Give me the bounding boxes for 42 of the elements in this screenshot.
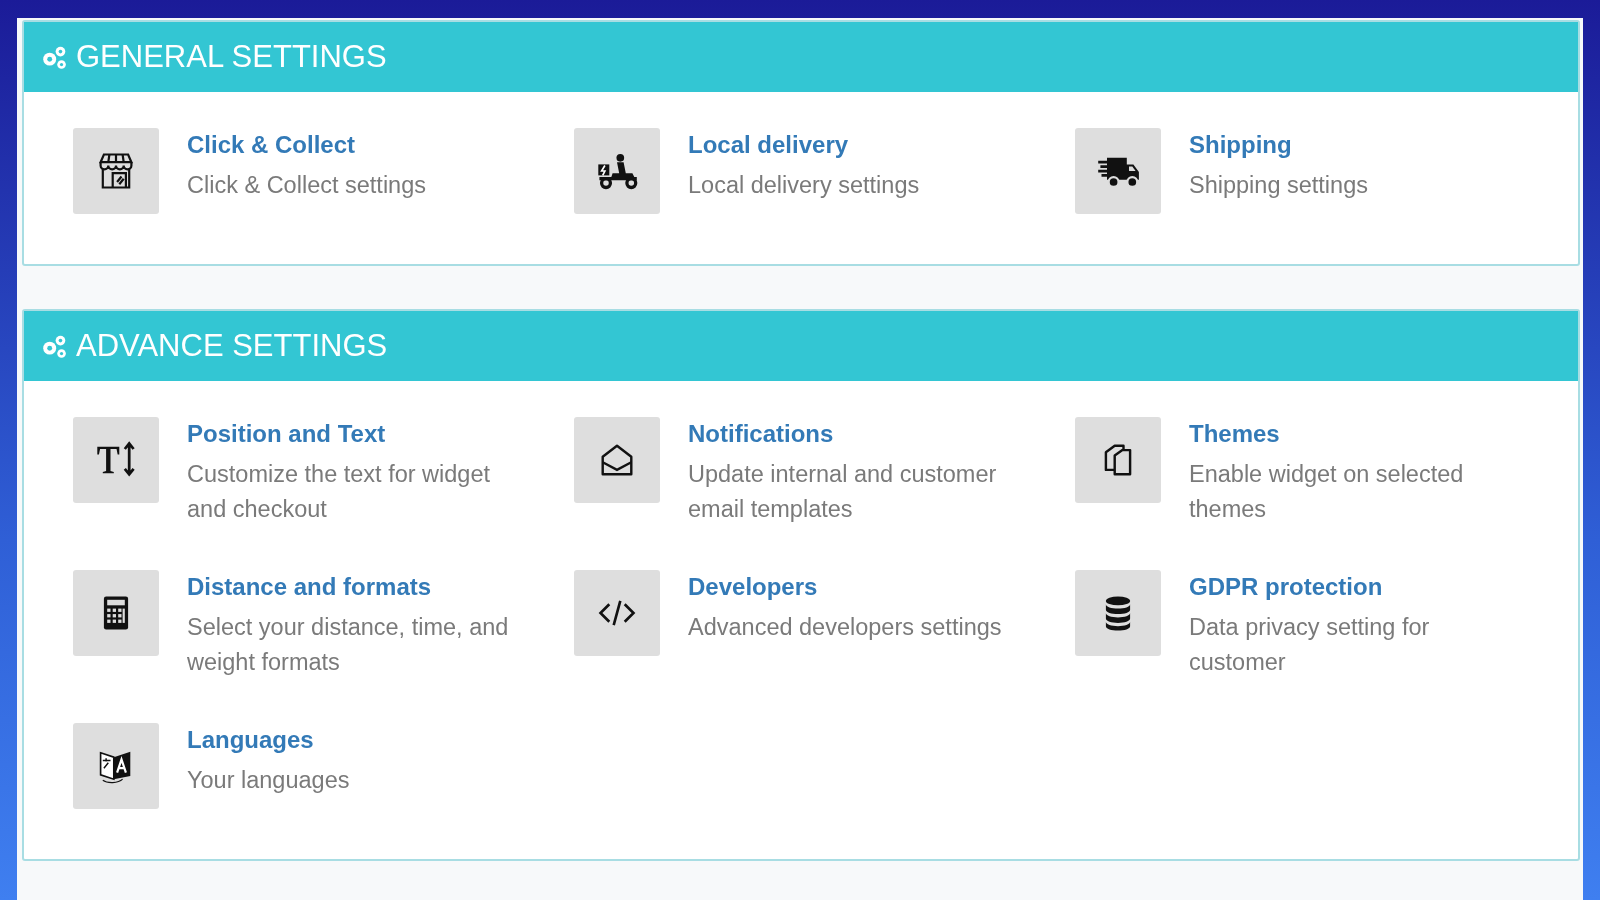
settings-link[interactable]: Shipping [1189,131,1292,159]
settings-tile[interactable] [574,128,660,214]
copy-icon [1104,444,1132,476]
settings-tile[interactable] [1075,570,1161,656]
settings-link[interactable]: Notifications [688,420,834,448]
settings-link[interactable]: Distance and formats [187,573,432,601]
settings-tile[interactable] [574,417,660,503]
section-title: ADVANCE SETTINGS [76,328,388,364]
database-icon [1105,596,1131,631]
settings-link[interactable]: Developers [688,573,818,601]
section-title: GENERAL SETTINGS [76,39,387,75]
settings-description: Update internal and customer email templates [688,460,998,524]
settings-link[interactable]: Local delivery [688,131,849,159]
settings-description: Local delivery settings [688,171,920,200]
store-icon [98,153,134,189]
text-size-icon [97,441,135,477]
settings-description: Select your distance, time, and weight formats [187,613,510,677]
envelope-icon [601,444,633,476]
settings-description: Customize the text for widget and checkout [187,460,492,524]
settings-tile[interactable] [1075,417,1161,503]
settings-link[interactable]: Themes [1189,420,1280,448]
settings-tile[interactable] [73,128,159,214]
settings-link[interactable]: Languages [187,726,314,754]
settings-description: Your languages [187,766,350,795]
settings-description: Advanced developers settings [688,613,1002,642]
code-icon [598,599,636,627]
truck-icon [1096,157,1139,189]
settings-description: Data privacy setting for customer [1189,613,1431,677]
settings-description: Shipping settings [1189,171,1368,200]
settings-tile[interactable] [73,723,159,809]
settings-tile[interactable] [1075,128,1161,214]
settings-link[interactable]: Position and Text [187,420,386,448]
settings-tile[interactable] [574,570,660,656]
settings-description: Enable widget on selected themes [1189,460,1465,524]
settings-link[interactable]: GDPR protection [1189,573,1383,601]
delivery-scooter-icon [598,153,638,190]
settings-tile[interactable] [73,417,159,503]
settings-tile[interactable] [73,570,159,656]
settings-link[interactable]: Click & Collect [187,131,356,159]
settings-description: Click & Collect settings [187,171,426,200]
translate-icon [99,751,131,784]
calculator-icon [103,596,129,630]
